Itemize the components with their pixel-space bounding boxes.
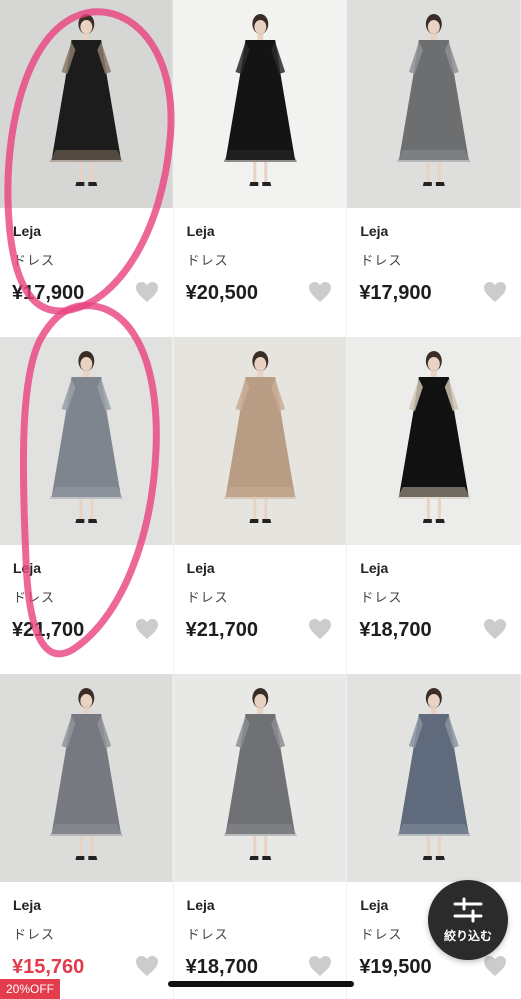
product-price: ¥19,500 xyxy=(359,956,432,978)
product-card[interactable]: Leja ドレス ¥19,500 xyxy=(347,674,521,999)
home-indicator[interactable] xyxy=(168,981,354,987)
product-category: ドレス xyxy=(13,253,56,268)
product-card[interactable]: Leja ドレス ¥20,500 xyxy=(173,0,348,337)
filter-button-label: 絞り込む xyxy=(443,928,492,943)
product-brand: Leja xyxy=(186,897,215,913)
model-figure xyxy=(173,674,347,882)
favorite-heart-icon[interactable] xyxy=(483,618,507,640)
product-photo[interactable] xyxy=(173,337,347,545)
product-price: ¥15,760 xyxy=(12,956,85,978)
product-brand: Leja xyxy=(186,560,215,576)
product-card[interactable]: Leja ドレス ¥17,900 xyxy=(347,0,521,337)
product-card[interactable]: Leja ドレス ¥17,900 xyxy=(0,0,174,337)
favorite-heart-icon[interactable] xyxy=(483,281,507,303)
product-card[interactable]: Leja ドレス ¥18,700 xyxy=(173,674,348,999)
product-brand: Leja xyxy=(360,897,389,913)
product-row: Leja ドレス ¥21,700 Leja ドレス ¥21,700 Leja ド… xyxy=(0,337,521,674)
product-category: ドレス xyxy=(360,590,403,605)
product-category: ドレス xyxy=(360,927,403,942)
product-category: ドレス xyxy=(360,253,403,268)
product-brand: Leja xyxy=(360,223,389,239)
favorite-heart-icon[interactable] xyxy=(308,618,332,640)
product-price: ¥17,900 xyxy=(12,282,85,304)
model-figure xyxy=(0,674,173,882)
product-price: ¥18,700 xyxy=(185,956,258,978)
favorite-heart-icon[interactable] xyxy=(308,955,332,977)
product-card[interactable]: Leja ドレス ¥21,700 xyxy=(0,337,174,674)
product-row: Leja ドレス ¥17,900 Leja ドレス ¥20,500 Leja ド… xyxy=(0,0,521,337)
product-card[interactable]: Leja ドレス ¥21,700 xyxy=(173,337,348,674)
product-price: ¥18,700 xyxy=(359,619,432,641)
product-category: ドレス xyxy=(13,590,56,605)
product-category: ドレス xyxy=(13,927,56,942)
product-photo[interactable] xyxy=(347,337,521,545)
favorite-heart-icon[interactable] xyxy=(135,618,159,640)
product-photo[interactable] xyxy=(173,674,347,882)
model-figure xyxy=(347,674,521,882)
product-brand: Leja xyxy=(13,560,42,576)
model-figure xyxy=(347,337,521,545)
product-card[interactable]: Leja ドレス ¥18,700 xyxy=(347,337,521,674)
filter-button[interactable]: 絞り込む xyxy=(428,880,508,960)
model-figure xyxy=(347,0,521,208)
product-price: ¥20,500 xyxy=(185,282,258,304)
product-brand: Leja xyxy=(13,223,42,239)
product-price: ¥17,900 xyxy=(359,282,432,304)
product-photo[interactable] xyxy=(0,674,173,882)
product-photo[interactable] xyxy=(347,674,521,882)
favorite-heart-icon[interactable] xyxy=(135,281,159,303)
product-brand: Leja xyxy=(13,897,42,913)
model-figure xyxy=(0,0,173,208)
product-brand: Leja xyxy=(186,223,215,239)
product-grid: Leja ドレス ¥17,900 Leja ドレス ¥20,500 Leja ド… xyxy=(0,0,521,999)
product-brand: Leja xyxy=(360,560,389,576)
product-photo[interactable] xyxy=(0,337,173,545)
product-photo[interactable] xyxy=(347,0,521,208)
favorite-heart-icon[interactable] xyxy=(308,281,332,303)
product-category: ドレス xyxy=(186,590,229,605)
product-card[interactable]: 20%OFF Leja ドレス ¥15,760 xyxy=(0,674,174,999)
product-photo[interactable] xyxy=(173,0,347,208)
favorite-heart-icon[interactable] xyxy=(483,955,507,977)
product-category: ドレス xyxy=(186,253,229,268)
favorite-heart-icon[interactable] xyxy=(135,955,159,977)
model-figure xyxy=(173,337,347,545)
sliders-icon xyxy=(453,897,483,922)
product-photo[interactable] xyxy=(0,0,173,208)
product-price: ¥21,700 xyxy=(12,619,85,641)
discount-badge: 20%OFF xyxy=(0,979,61,999)
model-figure xyxy=(173,0,347,208)
product-category: ドレス xyxy=(186,927,229,942)
product-price: ¥21,700 xyxy=(185,619,258,641)
model-figure xyxy=(0,337,173,545)
